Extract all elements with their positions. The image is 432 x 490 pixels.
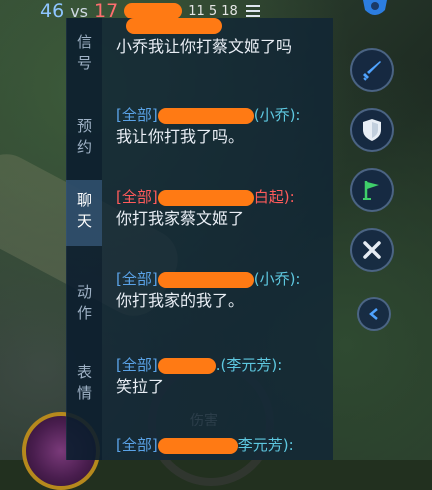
message-header: [全部] 白起): <box>116 188 328 206</box>
message-sender: 李元芳): <box>237 436 294 454</box>
chat-message: [全部] 李元芳): <box>116 436 328 454</box>
redacted-blot <box>157 357 216 374</box>
attack-button[interactable] <box>350 48 394 92</box>
gather-button[interactable] <box>350 168 394 212</box>
gear-icon <box>363 0 387 15</box>
message-sender: (小乔): <box>253 270 301 288</box>
defense-button[interactable] <box>350 108 394 152</box>
tab-signal[interactable]: 信号 <box>66 30 102 80</box>
tab-action-label: 动作 <box>75 284 93 326</box>
flag-icon <box>363 181 379 200</box>
chat-message: [全部] 白起): 你打我家蔡文姬了 <box>116 188 328 230</box>
chat-message: 小乔我让你打蔡文姬了吗 <box>116 16 328 58</box>
shield-icon <box>363 119 381 141</box>
message-channel: [全部] <box>116 436 158 454</box>
tab-appointment-label: 预约 <box>75 118 93 160</box>
close-button[interactable] <box>350 228 394 272</box>
tab-chat-label: 聊天 <box>75 192 93 234</box>
message-sender: 白起): <box>253 188 295 206</box>
sword-icon <box>363 61 381 81</box>
message-text: 小乔我让你打蔡文姬了吗 <box>116 37 293 56</box>
message-text: 我让你打我了吗。 <box>116 127 245 146</box>
message-channel: [全部] <box>116 270 158 288</box>
tab-emote[interactable]: 表情 <box>66 360 102 410</box>
redacted-blot <box>157 437 238 454</box>
message-text: 你打我家蔡文姬了 <box>116 209 245 228</box>
tab-emote-label: 表情 <box>75 364 93 406</box>
chat-message: [全部] .(李元芳): 笑拉了 <box>116 356 328 398</box>
chat-message: [全部] (小乔): 你打我家的我了。 <box>116 270 328 312</box>
message-sender: (小乔): <box>253 106 301 124</box>
message-text: 你打我家的我了。 <box>116 291 245 310</box>
redacted-blot <box>157 107 254 124</box>
message-channel: [全部] <box>116 106 158 124</box>
message-channel: [全部] <box>116 356 158 374</box>
message-header <box>116 16 328 34</box>
message-header: [全部] (小乔): <box>116 106 328 124</box>
message-header: [全部] 李元芳): <box>116 436 328 454</box>
settings-button[interactable] <box>350 0 400 20</box>
chevron-left-icon <box>369 308 378 320</box>
tab-signal-label: 信号 <box>75 34 93 76</box>
blue-score: 46 <box>40 0 65 22</box>
message-header: [全部] .(李元芳): <box>116 356 328 374</box>
chat-tabs: 信号 预约 聊天 动作 表情 <box>66 18 102 460</box>
tab-appointment[interactable]: 预约 <box>66 114 102 164</box>
message-channel: [全部] <box>116 188 158 206</box>
tab-chat[interactable]: 聊天 <box>66 180 102 246</box>
collapse-button[interactable] <box>357 297 391 331</box>
message-text: 笑拉了 <box>116 377 165 396</box>
redacted-blot <box>126 17 222 34</box>
message-sender: .(李元芳): <box>215 356 283 374</box>
message-header: [全部] (小乔): <box>116 270 328 288</box>
chat-message: [全部] (小乔): 我让你打我了吗。 <box>116 106 328 148</box>
redacted-blot <box>157 271 254 288</box>
close-icon <box>363 241 381 259</box>
redacted-blot <box>157 189 254 206</box>
tab-action[interactable]: 动作 <box>66 280 102 330</box>
